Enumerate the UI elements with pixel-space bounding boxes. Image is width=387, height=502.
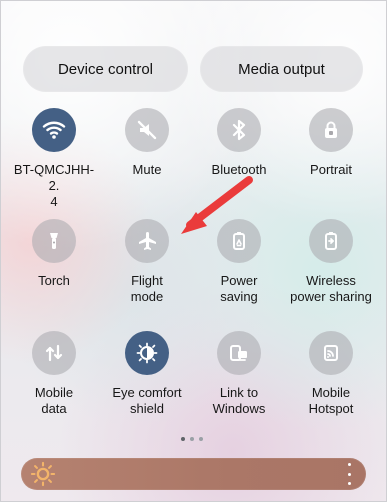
airplane-icon <box>135 229 159 253</box>
tile-label-link-to-windows: Link to Windows <box>212 385 266 416</box>
tile-wireless-power-sharing[interactable]: Wireless power sharing <box>289 219 373 305</box>
page-indicator-dot <box>190 437 194 441</box>
tile-mobile-data[interactable]: Mobile data <box>12 331 96 417</box>
tile-label-mobile-data: Mobile data <box>34 385 74 416</box>
tile-label-eye-comfort-shield: Eye comfort shield <box>112 385 182 416</box>
mobile-data-icon <box>42 341 66 365</box>
tile-portrait[interactable]: Portrait <box>289 108 373 178</box>
tile-label-mute: Mute <box>132 162 162 177</box>
page-indicator <box>181 437 207 443</box>
media-output-button[interactable]: Media output <box>200 46 363 92</box>
tile-label-torch: Torch <box>38 273 70 288</box>
portrait-toggle[interactable] <box>309 108 353 152</box>
wifi-icon <box>42 118 66 142</box>
torch-icon <box>42 229 66 253</box>
sun-icon <box>29 460 57 488</box>
mute-toggle[interactable] <box>125 108 169 152</box>
brightness-slider[interactable] <box>21 458 366 490</box>
tile-mute[interactable]: Mute <box>105 108 189 178</box>
power-saving-toggle[interactable] <box>217 219 261 263</box>
media-output-label: Media output <box>238 60 325 78</box>
flight-mode-toggle[interactable] <box>125 219 169 263</box>
wireless-power-sharing-toggle[interactable] <box>309 219 353 263</box>
power-saving-icon <box>227 229 251 253</box>
device-control-button[interactable]: Device control <box>23 46 188 92</box>
tile-torch[interactable]: Torch <box>12 219 96 289</box>
tile-flight-mode[interactable]: Flight mode <box>105 219 189 305</box>
tile-bluetooth[interactable]: Bluetooth <box>197 108 281 178</box>
device-control-label: Device control <box>57 60 154 78</box>
bluetooth-toggle[interactable] <box>217 108 261 152</box>
link-to-windows-toggle[interactable] <box>217 331 261 375</box>
portrait-icon <box>319 118 343 142</box>
tile-label-wireless-power-sharing: Wireless power sharing <box>290 273 372 304</box>
eye-comfort-icon <box>135 341 159 365</box>
tile-wifi[interactable]: BT-QMCJHH-2. 4 <box>12 108 96 210</box>
eye-comfort-shield-toggle[interactable] <box>125 331 169 375</box>
mute-icon <box>135 118 159 142</box>
tile-eye-comfort-shield[interactable]: Eye comfort shield <box>105 331 189 417</box>
tile-label-bluetooth: Bluetooth <box>211 162 267 177</box>
tile-label-wifi: BT-QMCJHH-2. 4 <box>13 162 95 209</box>
tile-power-saving[interactable]: Power saving <box>197 219 281 305</box>
wifi-toggle[interactable] <box>32 108 76 152</box>
torch-toggle[interactable] <box>32 219 76 263</box>
link-windows-icon <box>227 341 251 365</box>
tile-mobile-hotspot[interactable]: Mobile Hotspot <box>289 331 373 417</box>
wireless-power-sharing-icon <box>319 229 343 253</box>
page-indicator-dot-active <box>181 437 185 441</box>
tile-label-mobile-hotspot: Mobile Hotspot <box>308 385 354 416</box>
tile-label-flight-mode: Flight mode <box>130 273 164 304</box>
hotspot-icon <box>319 341 343 365</box>
tile-label-power-saving: Power saving <box>220 273 258 304</box>
mobile-data-toggle[interactable] <box>32 331 76 375</box>
tile-link-to-windows[interactable]: Link to Windows <box>197 331 281 417</box>
bluetooth-icon <box>227 118 251 142</box>
more-vertical-icon[interactable] <box>344 463 354 485</box>
page-indicator-dot <box>199 437 203 441</box>
tile-label-portrait: Portrait <box>310 162 352 177</box>
mobile-hotspot-toggle[interactable] <box>309 331 353 375</box>
